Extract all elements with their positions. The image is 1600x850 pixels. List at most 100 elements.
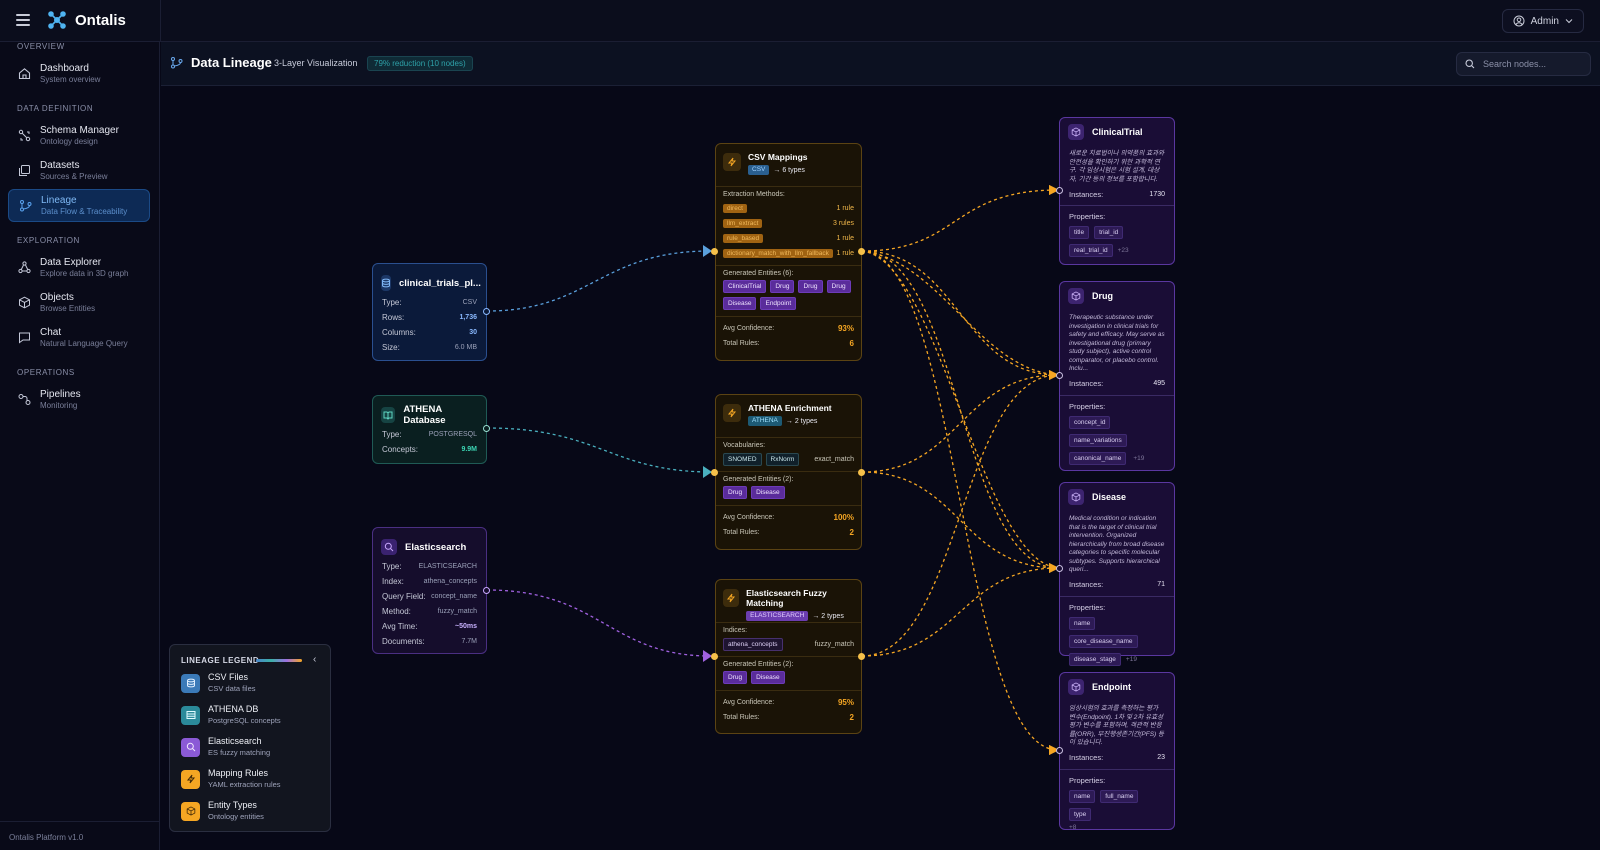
sidebar-item-objects[interactable]: Objects Browse Entities	[8, 286, 150, 319]
output-handle[interactable]	[858, 653, 865, 660]
source-node-athena[interactable]: ATHENA Database Type: POSTGRESQL Concepts…	[372, 395, 487, 464]
legend-item-athena: ATHENA DB PostgreSQL concepts	[181, 704, 281, 726]
method-chip: dictionary_match_with_llm_fallback	[723, 249, 833, 258]
kv-key: Concepts:	[382, 445, 419, 454]
search-input[interactable]	[1483, 59, 1583, 69]
node-title: clinical_trials_pl...	[399, 277, 481, 289]
entity-chip: ClinicalTrial	[723, 280, 767, 293]
sidebar-item-data-explorer[interactable]: Data Explorer Explore data in 3D graph	[8, 251, 150, 284]
method-row: dictionary_match_with_llm_fallback 1 rule	[716, 246, 861, 261]
divider	[1060, 205, 1174, 206]
user-menu-button[interactable]: Admin	[1501, 9, 1584, 33]
instances-value: 23	[1157, 754, 1165, 761]
sidebar-item-sub: Explore data in 3D graph	[40, 268, 129, 278]
input-handle[interactable]	[711, 653, 718, 660]
mapping-node-csv[interactable]: CSV Mappings CSV → 6 types Extraction Met…	[715, 143, 862, 361]
kv-key: Instances:	[1069, 379, 1104, 388]
lightning-icon	[723, 404, 741, 422]
menu-icon[interactable]	[16, 14, 30, 26]
input-handle[interactable]	[1056, 565, 1063, 572]
kv-key: Index:	[382, 577, 404, 586]
rules-row: Total Rules: 2	[716, 525, 861, 540]
source-chip: CSV	[748, 165, 770, 175]
sidebar-item-lineage[interactable]: Lineage Data Flow & Traceability	[8, 189, 150, 222]
search-box[interactable]	[1456, 52, 1591, 76]
output-handle[interactable]	[483, 425, 490, 432]
input-handle[interactable]	[711, 248, 718, 255]
input-handle[interactable]	[711, 469, 718, 476]
entity-node-endpoint[interactable]: Endpoint 임상시험의 효과를 측정하는 평가 변수(Endpoint).…	[1059, 672, 1175, 831]
kv-value: concept_name	[431, 593, 477, 600]
sidebar-item-dashboard[interactable]: Dashboard System overview	[8, 57, 150, 90]
cube-icon	[181, 801, 200, 821]
entity-node-drug[interactable]: Drug Therapeutic substance under investi…	[1059, 281, 1175, 471]
sidebar-item-label: Lineage	[41, 194, 77, 206]
chevron-down-icon	[1565, 19, 1573, 24]
entity-chip: Endpoint	[760, 297, 797, 310]
divider	[160, 0, 161, 42]
section-label: Properties:	[1069, 401, 1106, 411]
sidebar-item-chat[interactable]: Chat Natural Language Query	[8, 321, 150, 354]
graph-icon	[17, 261, 31, 275]
instances-value: 71	[1157, 581, 1165, 588]
input-handle[interactable]	[1056, 747, 1063, 754]
legend-label: ATHENA DB	[208, 704, 259, 714]
output-handle[interactable]	[483, 587, 490, 594]
divider	[716, 316, 861, 317]
legend-label: Entity Types	[208, 800, 257, 810]
sidebar-item-schema-manager[interactable]: Schema Manager Ontology design	[8, 119, 150, 152]
method-chip: rule_based	[723, 234, 764, 243]
entity-description: 임상시험의 효과를 측정하는 평가 변수(Endpoint). 1차 및 2차 …	[1069, 705, 1164, 746]
edge-csv-endpoint	[861, 250, 1060, 756]
entity-node-disease[interactable]: Disease Medical condition or indication …	[1059, 482, 1175, 666]
kv-value: CSV	[462, 299, 477, 306]
confidence-row: Avg Confidence: 95%	[716, 695, 861, 710]
user-icon	[1513, 15, 1525, 27]
cube-icon	[1068, 124, 1084, 140]
input-handle[interactable]	[1056, 372, 1063, 379]
section-title-exploration: EXPLORATION	[17, 236, 80, 245]
kv-key: Instances:	[1069, 580, 1104, 589]
kv-key: Total Rules:	[723, 340, 760, 347]
app-name: Ontalis	[75, 11, 126, 29]
sidebar-item-label: Pipelines	[40, 388, 81, 400]
instances-row: Instances: 71	[1060, 578, 1174, 592]
kv-key: Avg Confidence:	[723, 325, 775, 332]
source-node-csv[interactable]: clinical_trials_pl... Type: CSV Rows: 1,73…	[372, 263, 487, 361]
divider	[716, 471, 861, 472]
cube-icon	[1068, 288, 1084, 304]
type-count: → 2 types	[812, 612, 844, 620]
search-icon	[381, 539, 397, 555]
kv-key: Avg Confidence:	[723, 699, 775, 706]
type-count: → 6 types	[773, 166, 805, 174]
kv-value: athena_concepts	[423, 578, 477, 585]
legend-sub: YAML extraction rules	[208, 780, 281, 789]
sidebar-item-pipelines[interactable]: Pipelines Monitoring	[8, 383, 150, 416]
kv-row: Columns: 30	[373, 325, 486, 340]
kv-row: Documents: 7.7M	[373, 634, 486, 649]
output-handle[interactable]	[483, 308, 490, 315]
instances-value: 495	[1153, 380, 1165, 387]
entity-node-clinicaltrial[interactable]: ClinicalTrial 새로운 치료법이나 의약품의 효과와 안전성을 확인…	[1059, 117, 1175, 265]
brand[interactable]: Ontalis	[47, 10, 126, 30]
kv-value: ~50ms	[455, 623, 477, 630]
divider	[716, 690, 861, 691]
node-title: CSV Mappings	[748, 152, 808, 162]
kv-row: Index: athena_concepts	[373, 574, 486, 589]
sidebar-item-label: Datasets	[40, 159, 80, 171]
output-handle[interactable]	[858, 469, 865, 476]
mapping-node-athena[interactable]: ATHENA Enrichment ATHENA → 2 types Vocabu…	[715, 394, 862, 550]
chevron-left-icon[interactable]: ‹	[313, 654, 316, 665]
index-row: athena_concepts fuzzy_match	[716, 637, 861, 652]
vocab-row: SNOMED RxNorm exact_match	[716, 452, 861, 467]
edge-csv-disease	[861, 250, 1060, 574]
input-handle[interactable]	[1056, 187, 1063, 194]
output-handle[interactable]	[858, 248, 865, 255]
section-label: Extraction Methods:	[723, 191, 785, 198]
node-title: Elasticsearch	[405, 541, 467, 553]
sidebar-item-datasets[interactable]: Datasets Sources & Preview	[8, 154, 150, 187]
source-node-elasticsearch[interactable]: Elasticsearch Type: ELASTICSEARCH Index: a…	[372, 527, 487, 654]
sidebar-item-sub: Sources & Preview	[40, 171, 108, 181]
mapping-node-elasticsearch[interactable]: Elasticsearch Fuzzy Matching ELASTICSEAR…	[715, 579, 862, 734]
sidebar-item-sub: Ontology design	[40, 136, 98, 146]
